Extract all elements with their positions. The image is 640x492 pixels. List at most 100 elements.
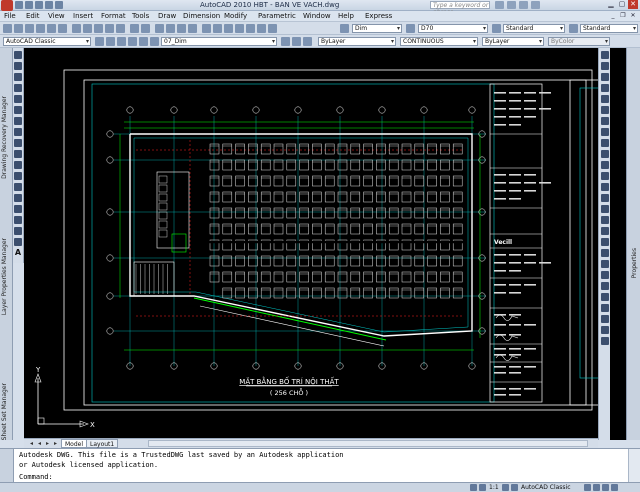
quick-dim-icon[interactable] xyxy=(601,293,609,301)
dim-baseline-icon[interactable] xyxy=(601,304,609,312)
insert-block-icon[interactable] xyxy=(14,172,22,180)
sheet-set-icon[interactable] xyxy=(235,24,244,33)
menu-window[interactable]: Window xyxy=(303,12,331,20)
command-window-grip[interactable] xyxy=(0,449,14,483)
line-icon[interactable] xyxy=(14,51,22,59)
prev-tab-icon[interactable]: ◂ xyxy=(36,440,43,447)
menu-insert[interactable]: Insert xyxy=(73,12,93,20)
trim-icon[interactable] xyxy=(601,150,609,158)
help-icon[interactable] xyxy=(268,24,277,33)
cut-icon[interactable] xyxy=(72,24,81,33)
circle-icon[interactable] xyxy=(14,117,22,125)
annotation-visibility-icon[interactable] xyxy=(502,484,509,491)
lock-icon[interactable] xyxy=(584,484,591,491)
quick-view-layouts-icon[interactable] xyxy=(479,484,486,491)
layer-lock-icon[interactable] xyxy=(150,37,159,46)
point-icon[interactable] xyxy=(14,194,22,202)
doc-restore-button[interactable]: ❐ xyxy=(619,12,627,20)
properties-icon[interactable] xyxy=(202,24,211,33)
text-style-icon[interactable] xyxy=(492,24,501,33)
make-block-icon[interactable] xyxy=(14,183,22,191)
layer-state-icon[interactable] xyxy=(117,37,126,46)
ellipse-icon[interactable] xyxy=(14,150,22,158)
drawing-canvas[interactable]: Vecill MẶT BẰNG BỐ TRÍ NỘI THẤT (256 CH… xyxy=(24,48,598,438)
first-tab-icon[interactable]: ◂ xyxy=(28,440,35,447)
menu-file[interactable]: File xyxy=(4,12,16,20)
linetype-select[interactable]: CONTINUOUS xyxy=(400,37,478,46)
table-style-select[interactable]: Standard xyxy=(580,24,638,33)
layer-properties-icon[interactable] xyxy=(106,37,115,46)
match-properties-icon[interactable] xyxy=(105,24,114,33)
polygon-icon[interactable] xyxy=(14,84,22,92)
gradient-icon[interactable] xyxy=(14,216,22,224)
plot-preview-icon[interactable] xyxy=(47,24,56,33)
layer-select[interactable]: 07_Dim xyxy=(161,37,277,46)
menu-parametric[interactable]: Parametric xyxy=(258,12,296,20)
construction-line-icon[interactable] xyxy=(14,62,22,70)
command-scrollbar[interactable] xyxy=(628,449,640,483)
model-space-icon[interactable] xyxy=(470,484,477,491)
join-icon[interactable] xyxy=(601,194,609,202)
drawing-recovery-manager-tab[interactable]: Drawing Recovery Manager xyxy=(1,96,12,179)
annotation-scale[interactable]: 1:1 xyxy=(489,484,499,492)
new-icon[interactable] xyxy=(15,1,23,9)
dim-style-icon[interactable] xyxy=(340,24,349,33)
dim-continue-icon[interactable] xyxy=(601,315,609,323)
quickcalc-icon[interactable] xyxy=(257,24,266,33)
dim-linear-icon[interactable] xyxy=(601,238,609,246)
zoom-window-icon[interactable] xyxy=(177,24,186,33)
multileader-style-icon[interactable] xyxy=(406,24,415,33)
markup-icon[interactable] xyxy=(246,24,255,33)
ellipse-arc-icon[interactable] xyxy=(14,161,22,169)
search-input[interactable]: Type a keyword or phrase xyxy=(430,1,490,16)
dim-angular-icon[interactable] xyxy=(601,282,609,290)
menu-tools[interactable]: Tools xyxy=(132,12,149,20)
menu-help[interactable]: Help xyxy=(338,12,354,20)
multiline-text-icon[interactable]: A xyxy=(14,249,22,257)
dim-diameter-icon[interactable] xyxy=(601,271,609,279)
layer-on-icon[interactable] xyxy=(128,37,137,46)
spline-icon[interactable] xyxy=(14,139,22,147)
save-icon[interactable] xyxy=(35,1,43,9)
redo-icon[interactable] xyxy=(55,1,63,9)
open-icon[interactable] xyxy=(14,24,23,33)
qnew-icon[interactable] xyxy=(3,24,12,33)
rotate-icon[interactable] xyxy=(601,117,609,125)
save-icon[interactable] xyxy=(25,24,34,33)
status-workspace[interactable]: AutoCAD Classic xyxy=(521,484,571,492)
array-icon[interactable] xyxy=(601,95,609,103)
plot-icon[interactable] xyxy=(36,24,45,33)
maximize-button[interactable]: ▢ xyxy=(617,0,627,9)
next-tab-icon[interactable]: ▸ xyxy=(44,440,51,447)
tool-palettes-icon[interactable] xyxy=(224,24,233,33)
layer-freeze-icon[interactable] xyxy=(139,37,148,46)
erase-icon[interactable] xyxy=(601,51,609,59)
scale-icon[interactable] xyxy=(601,128,609,136)
tab-layout1[interactable]: Layout1 xyxy=(86,439,119,448)
dimension-style-select[interactable]: Dim xyxy=(352,24,402,33)
menu-view[interactable]: View xyxy=(48,12,65,20)
doc-minimize-button[interactable]: _ xyxy=(609,12,617,20)
favorites-icon[interactable] xyxy=(519,1,528,9)
workspace-switch-icon[interactable] xyxy=(511,484,518,491)
extend-icon[interactable] xyxy=(601,161,609,169)
menu-format[interactable]: Format xyxy=(101,12,126,20)
chamfer-icon[interactable] xyxy=(601,205,609,213)
plotstyle-select[interactable]: ByColor xyxy=(548,37,610,46)
explode-icon[interactable] xyxy=(601,227,609,235)
dim-aligned-icon[interactable] xyxy=(601,249,609,257)
redo-icon[interactable] xyxy=(141,24,150,33)
paste-icon[interactable] xyxy=(94,24,103,33)
menu-modify[interactable]: Modify xyxy=(224,12,247,20)
undo-icon[interactable] xyxy=(130,24,139,33)
mirror-icon[interactable] xyxy=(601,73,609,81)
break-icon[interactable] xyxy=(601,183,609,191)
design-center-icon[interactable] xyxy=(213,24,222,33)
polyline-icon[interactable] xyxy=(14,73,22,81)
layer-manager-icon[interactable] xyxy=(303,37,312,46)
isolate-objects-icon[interactable] xyxy=(593,484,600,491)
menu-edit[interactable]: Edit xyxy=(26,12,40,20)
lineweight-select[interactable]: ByLayer xyxy=(482,37,544,46)
tab-model[interactable]: Model xyxy=(61,439,88,448)
workspace-settings-icon[interactable] xyxy=(95,37,104,46)
